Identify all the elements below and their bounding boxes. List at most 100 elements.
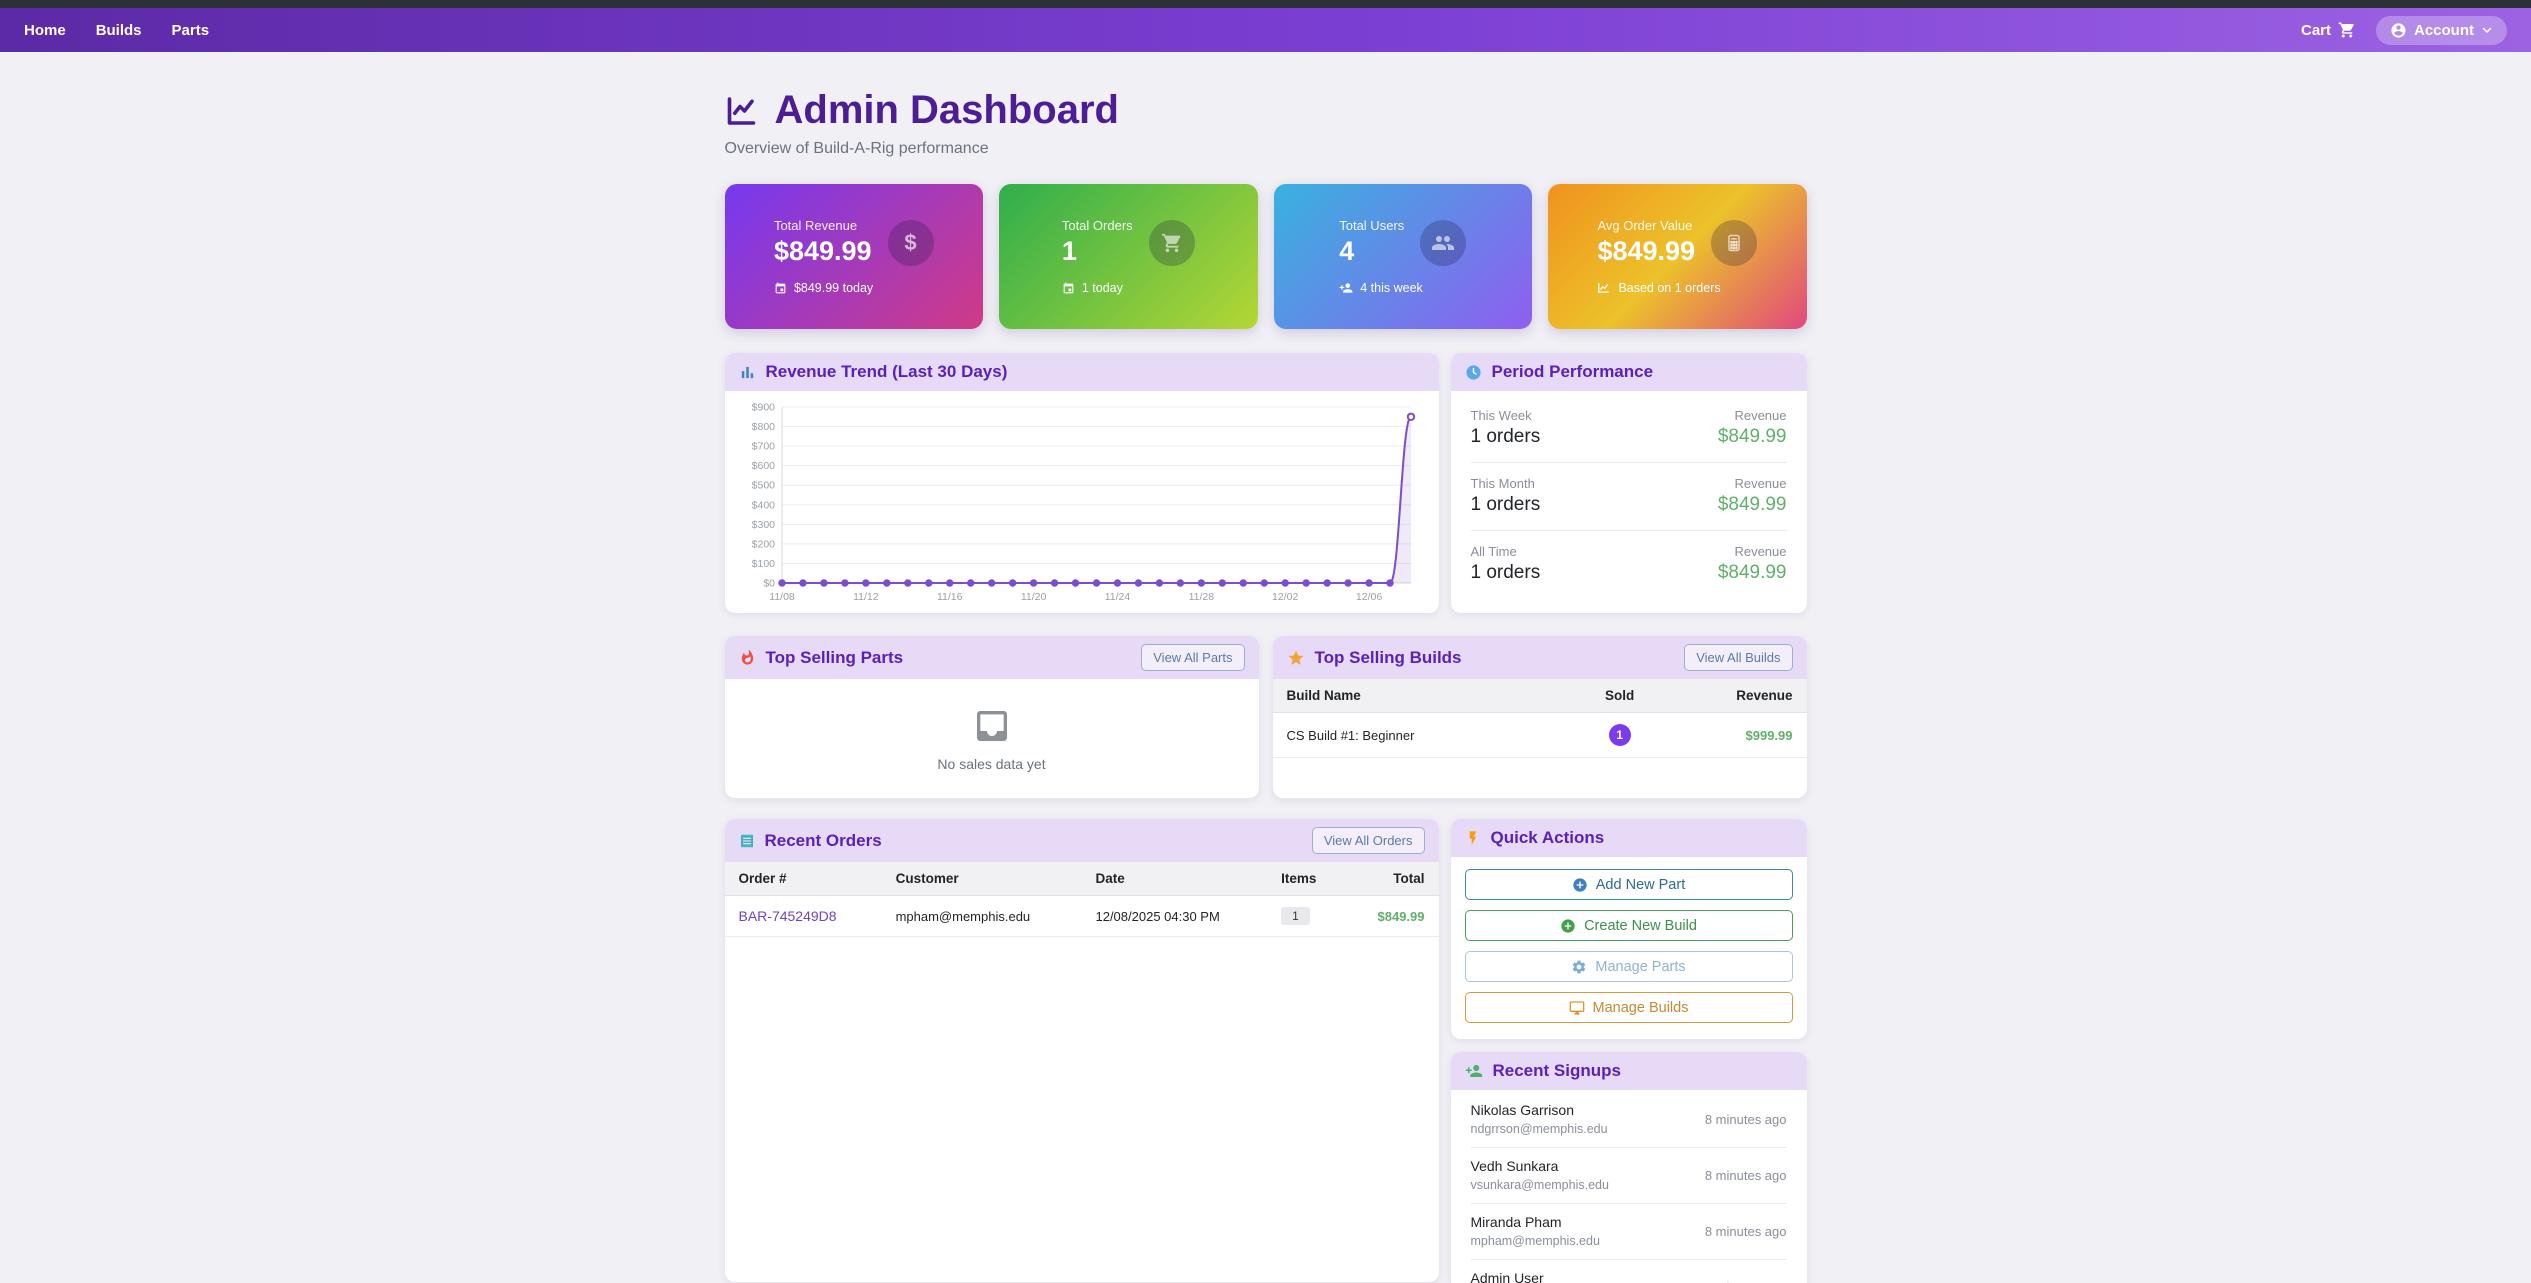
chevron-down-icon [2481, 24, 2493, 36]
top-selling-parts-card: Top Selling Parts View All Parts No sale… [725, 636, 1259, 798]
svg-text:$400: $400 [752, 499, 776, 511]
build-revenue: $999.99 [1673, 713, 1807, 758]
stat-footnote: Based on 1 orders [1618, 281, 1720, 295]
col-build-name: Build Name [1273, 679, 1567, 713]
period-label: This Week [1471, 408, 1541, 423]
stat-value: $849.99 [774, 236, 872, 267]
receipt-icon [739, 833, 755, 849]
list-item: Admin User admin@memphis.edu 8 minutes a… [1471, 1260, 1787, 1283]
period-row: This Week 1 orders Revenue $849.99 [1471, 395, 1787, 463]
nav-link[interactable]: Parts [172, 22, 210, 39]
svg-text:$700: $700 [752, 441, 776, 453]
period-performance-title: Period Performance [1492, 362, 1654, 382]
revenue-value: $849.99 [1718, 494, 1787, 516]
svg-text:$800: $800 [752, 421, 776, 433]
signup-time: 8 minutes ago [1705, 1224, 1787, 1239]
cart-icon [1149, 220, 1195, 266]
col-sold: Sold [1566, 679, 1673, 713]
col-date: Date [1081, 862, 1267, 896]
svg-text:$100: $100 [752, 558, 776, 570]
period-performance-card: Period Performance This Week 1 orders Re… [1451, 353, 1807, 613]
dollar-icon: $ [888, 220, 934, 266]
svg-text:11/12: 11/12 [853, 591, 879, 603]
order-date: 12/08/2025 04:30 PM [1081, 896, 1267, 937]
signup-email: ndgrrson@memphis.edu [1471, 1122, 1608, 1136]
recent-signups-header: Recent Signups [1451, 1052, 1807, 1090]
order-number-link[interactable]: BAR-745249D8 [739, 908, 837, 924]
lightning-icon [1465, 830, 1481, 846]
svg-text:$500: $500 [752, 480, 776, 492]
cart-button[interactable]: Cart [2301, 21, 2356, 39]
view-all-parts-button[interactable]: View All Parts [1141, 644, 1244, 671]
view-all-orders-button[interactable]: View All Orders [1312, 827, 1425, 854]
top-selling-builds-header: Top Selling Builds View All Builds [1273, 636, 1807, 679]
user-plus-icon [1465, 1062, 1483, 1080]
signup-email: mpham@memphis.edu [1471, 1234, 1600, 1248]
plus-circle-icon [1560, 918, 1576, 934]
stats-row: Total Revenue $849.99 $ $849.99 today T [725, 184, 1807, 329]
manage-builds-button[interactable]: Manage Builds [1465, 992, 1793, 1023]
revenue-trend-title: Revenue Trend (Last 30 Days) [766, 362, 1008, 382]
plus-circle-icon [1572, 877, 1588, 893]
bar-chart-icon [739, 364, 756, 381]
svg-text:11/16: 11/16 [937, 591, 963, 603]
top-dark-strip [0, 0, 2531, 8]
svg-text:12/06: 12/06 [1356, 591, 1382, 603]
star-icon [1287, 649, 1305, 667]
recent-orders-header: Recent Orders View All Orders [725, 819, 1439, 862]
button-label: Manage Builds [1593, 1000, 1689, 1016]
signup-name: Miranda Pham [1471, 1214, 1600, 1230]
stat-label: Total Orders [1062, 218, 1133, 233]
inbox-icon [972, 706, 1012, 746]
items-badge: 1 [1281, 907, 1310, 925]
button-label: Manage Parts [1595, 959, 1685, 975]
revenue-value: $849.99 [1718, 426, 1787, 448]
table-row: BAR-745249D8 mpham@memphis.edu 12/08/202… [725, 896, 1439, 937]
order-total: $849.99 [1346, 896, 1439, 937]
nav-link[interactable]: Home [24, 22, 66, 39]
view-all-builds-button[interactable]: View All Builds [1684, 644, 1792, 671]
svg-text:11/08: 11/08 [769, 591, 795, 603]
monitor-icon [1569, 1000, 1585, 1016]
signup-name: Admin User [1471, 1270, 1593, 1283]
calendar-icon [774, 282, 787, 295]
recent-orders-title: Recent Orders [765, 831, 882, 851]
svg-text:$300: $300 [752, 519, 776, 531]
manage-parts-button[interactable]: Manage Parts [1465, 951, 1793, 982]
period-orders: 1 orders [1471, 562, 1541, 584]
calendar-icon [1062, 282, 1075, 295]
trend-icon [1597, 281, 1611, 295]
col-revenue: Revenue [1673, 679, 1807, 713]
svg-text:11/24: 11/24 [1105, 591, 1131, 603]
revenue-trend-svg: $0$100$200$300$400$500$600$700$800$90011… [740, 397, 1423, 609]
svg-text:$0: $0 [763, 578, 775, 590]
stat-card-avg-order-value: Avg Order Value $849.99 Based on 1 order… [1548, 184, 1807, 329]
gear-icon [1571, 959, 1587, 975]
svg-text:$600: $600 [752, 460, 776, 472]
nav-links: Home Builds Parts [24, 22, 209, 39]
revenue-label: Revenue [1718, 476, 1787, 491]
stat-footnote: 4 this week [1360, 281, 1423, 295]
top-selling-parts-title: Top Selling Parts [766, 648, 904, 668]
button-label: Add New Part [1596, 877, 1685, 893]
calculator-icon [1711, 220, 1757, 266]
flame-icon [739, 649, 756, 666]
signup-time: 8 minutes ago [1705, 1168, 1787, 1183]
add-new-part-button[interactable]: Add New Part [1465, 869, 1793, 900]
recent-orders-card: Recent Orders View All Orders Order # Cu… [725, 819, 1439, 1282]
list-item: Miranda Pham mpham@memphis.edu 8 minutes… [1471, 1204, 1787, 1260]
period-row: All Time 1 orders Revenue $849.99 [1471, 531, 1787, 598]
stat-footnote: 1 today [1082, 281, 1123, 295]
top-selling-parts-header: Top Selling Parts View All Parts [725, 636, 1259, 679]
create-new-build-button[interactable]: Create New Build [1465, 910, 1793, 941]
top-builds-table: Build Name Sold Revenue CS Build #1: Beg… [1273, 679, 1807, 758]
recent-signups-list: Nikolas Garrison ndgrrson@memphis.edu 8 … [1451, 1090, 1807, 1283]
quick-actions-header: Quick Actions [1451, 819, 1807, 857]
sold-badge: 1 [1609, 724, 1631, 746]
nav-link[interactable]: Builds [96, 22, 142, 39]
build-name: CS Build #1: Beginner [1273, 713, 1567, 758]
top-selling-builds-card: Top Selling Builds View All Builds Build… [1273, 636, 1807, 798]
revenue-label: Revenue [1718, 544, 1787, 559]
signup-time: 8 minutes ago [1705, 1280, 1787, 1283]
account-menu-button[interactable]: Account [2376, 16, 2507, 45]
